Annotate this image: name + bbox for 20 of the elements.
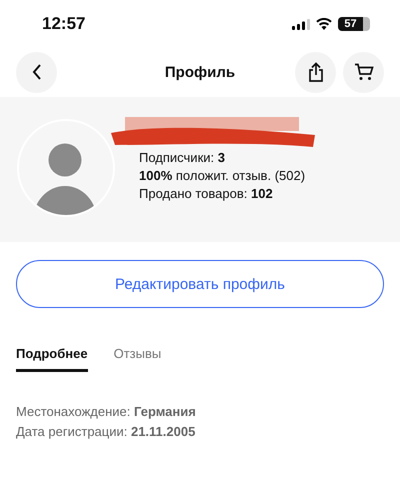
share-button[interactable]	[295, 52, 336, 92]
cart-icon	[354, 63, 374, 81]
tab[interactable]: Подробнее	[16, 346, 88, 372]
share-icon	[308, 62, 324, 82]
detail-line: Дата регистрации: 21.11.2005	[16, 423, 196, 441]
signal-icon	[292, 18, 310, 30]
wifi-icon	[316, 18, 332, 30]
cart-button[interactable]	[343, 52, 384, 92]
status-time: 12:57	[42, 14, 86, 34]
battery-level: 57	[338, 17, 370, 31]
profile-stat: Подписчики: 3	[139, 149, 226, 167]
detail-line: Местонахождение: Германия	[16, 403, 197, 421]
back-icon	[32, 64, 42, 80]
edit-profile-button[interactable]: Редактировать профиль	[16, 260, 384, 308]
page-title: Профиль	[164, 64, 236, 80]
tab[interactable]: Отзывы	[114, 346, 162, 372]
avatar-icon	[17, 119, 115, 217]
profile-stat: Продано товаров: 102	[139, 185, 274, 203]
back-button[interactable]	[16, 52, 57, 92]
profile-stat: 100% положит. отзыв. (502)	[139, 167, 306, 185]
